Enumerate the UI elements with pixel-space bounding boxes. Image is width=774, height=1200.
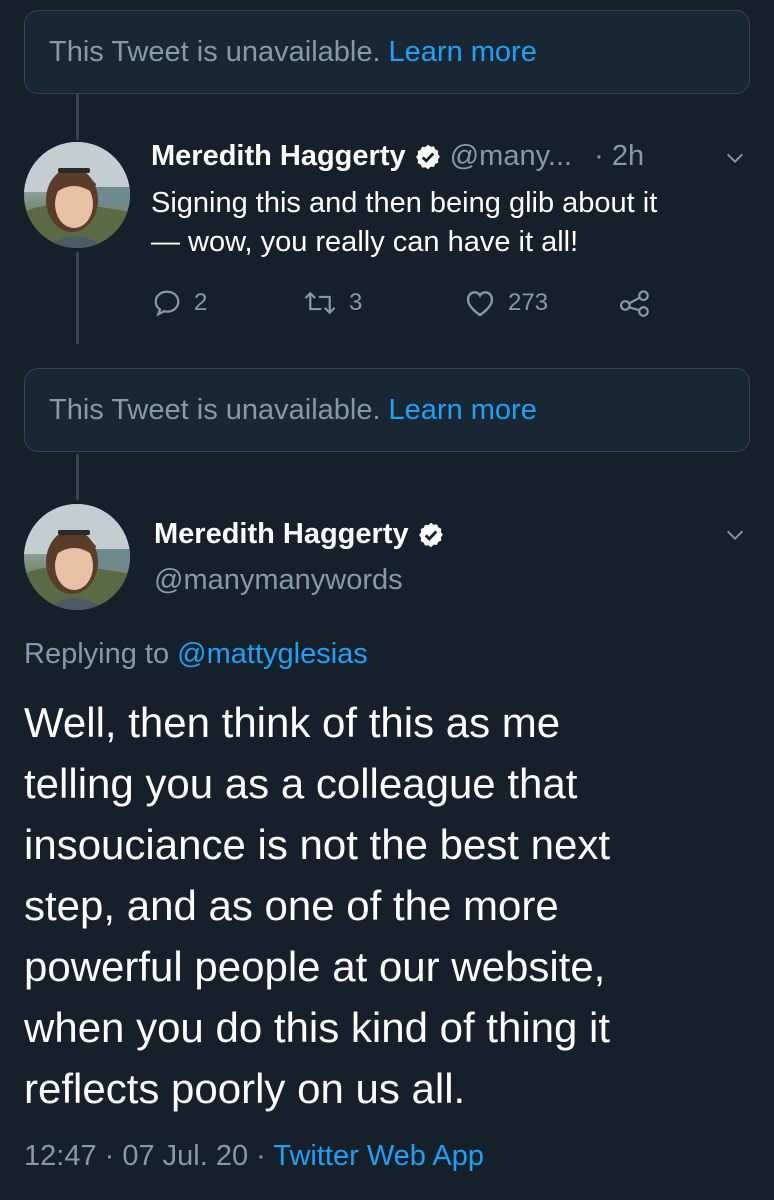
share-icon xyxy=(619,290,649,317)
replying-to-label: Replying to xyxy=(24,638,170,670)
tweet-text-line: step, and as one of the more xyxy=(24,882,559,929)
chevron-down-icon[interactable] xyxy=(724,524,746,546)
retweet-button[interactable]: 3 xyxy=(303,288,362,318)
handle[interactable]: @many... xyxy=(450,140,572,172)
avatar-image xyxy=(24,142,130,248)
tweet-text-line: insouciance is not the best next xyxy=(24,821,611,868)
tweet-text-line: powerful people at our website, xyxy=(24,943,606,990)
tweet-timestamp[interactable]: 12:47 · 07 Jul. 20 · xyxy=(24,1140,266,1172)
display-name[interactable]: Meredith Haggerty xyxy=(151,140,406,172)
unavailable-tweet-card: This Tweet is unavailable. Learn more xyxy=(24,10,750,94)
chevron-down-icon[interactable] xyxy=(724,147,746,169)
verified-badge-icon xyxy=(418,523,443,548)
replying-to-link[interactable]: @mattyglesias xyxy=(177,638,368,670)
tweet-text-line: when you do this kind of thing it xyxy=(24,1004,611,1051)
learn-more-link[interactable]: Learn more xyxy=(389,394,537,427)
reply-icon xyxy=(154,290,180,317)
avatar[interactable] xyxy=(24,142,130,248)
share-button[interactable] xyxy=(618,288,664,318)
tweet-text-line: Signing this and then being glib about i… xyxy=(151,187,658,219)
focused-tweet-text: Well, then think of this as me telling y… xyxy=(24,692,610,1119)
replying-to: Replying to @mattyglesias xyxy=(24,638,368,671)
unavailable-text: This Tweet is unavailable. xyxy=(49,35,381,68)
avatar[interactable] xyxy=(24,504,130,610)
tweet-text-line: reflects poorly on us all. xyxy=(24,1065,466,1112)
tweet-text-line: — wow, you really can have it all! xyxy=(151,226,579,258)
tweet-text: Signing this and then being glib about i… xyxy=(151,184,657,262)
tweet-source-link[interactable]: Twitter Web App xyxy=(273,1140,484,1172)
retweet-count: 3 xyxy=(349,289,363,316)
like-button[interactable]: 273 xyxy=(464,288,548,318)
unavailable-text: This Tweet is unavailable. xyxy=(49,393,381,426)
like-count: 273 xyxy=(508,289,549,316)
tweet-metadata: 12:47 · 07 Jul. 20 · Twitter Web App xyxy=(24,1140,484,1173)
avatar-image xyxy=(24,504,130,610)
display-name[interactable]: Meredith Haggerty xyxy=(154,518,409,550)
like-icon xyxy=(466,291,494,317)
unavailable-tweet-card: This Tweet is unavailable. Learn more xyxy=(24,368,750,452)
thread-line xyxy=(76,94,79,140)
handle[interactable]: @manymanywords xyxy=(154,564,403,597)
thread-line xyxy=(76,454,79,500)
tweet-text-line: Well, then think of this as me xyxy=(24,699,561,746)
tweet-header: Meredith Haggerty xyxy=(154,518,445,551)
timestamp[interactable]: · 2h xyxy=(594,140,644,172)
reply-count: 2 xyxy=(194,289,208,316)
thread-line xyxy=(76,252,79,344)
tweet-text-line: telling you as a colleague that xyxy=(24,760,578,807)
reply-button[interactable]: 2 xyxy=(152,288,207,318)
verified-badge-icon xyxy=(415,145,440,170)
tweet-header: Meredith Haggerty @many... · 2h xyxy=(151,140,644,173)
retweet-icon xyxy=(304,291,336,315)
learn-more-link[interactable]: Learn more xyxy=(389,36,537,69)
